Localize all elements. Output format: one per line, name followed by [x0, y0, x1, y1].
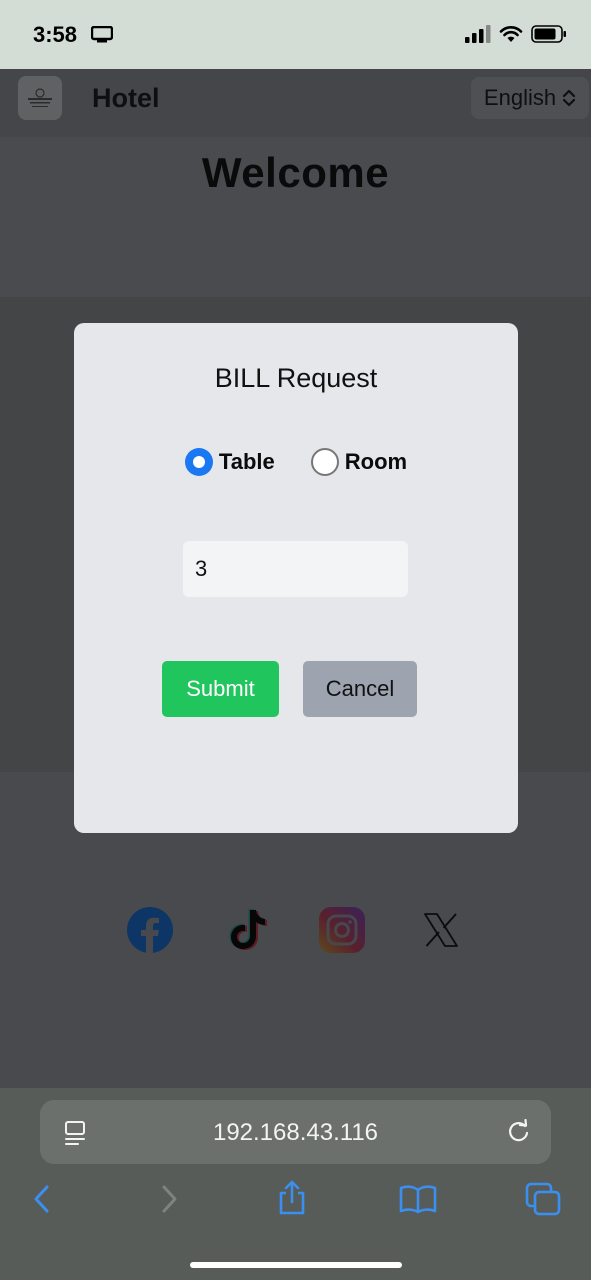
- chevron-up-down-icon: [562, 89, 576, 107]
- url-text: 192.168.43.116: [212, 1119, 379, 1146]
- radio-option-table[interactable]: Table: [184, 448, 275, 476]
- facebook-icon[interactable]: [126, 906, 174, 954]
- welcome-section: Welcome: [0, 137, 591, 297]
- hotel-title: Hotel: [92, 83, 160, 113]
- home-indicator: [190, 1262, 402, 1268]
- bill-request-modal: BILL Request Table Room Submit Cancel: [74, 323, 518, 833]
- cancel-button[interactable]: Cancel: [303, 661, 417, 717]
- tabs-icon[interactable]: [525, 1182, 561, 1216]
- radio-room[interactable]: [310, 448, 339, 476]
- back-icon[interactable]: [30, 1184, 54, 1214]
- language-select[interactable]: English: [471, 77, 589, 119]
- page-header: Hotel English: [0, 69, 591, 137]
- request-type-radio-group: Table Room: [74, 448, 518, 476]
- instagram-icon[interactable]: [318, 906, 366, 954]
- social-links: [0, 906, 591, 956]
- browser-toolbar: 192.168.43.116: [0, 1088, 591, 1280]
- status-time: 3:58: [33, 22, 78, 47]
- hotel-logo-icon[interactable]: [18, 76, 62, 120]
- tiktok-icon[interactable]: [222, 906, 270, 954]
- submit-button[interactable]: Submit: [162, 661, 279, 717]
- radio-table-label: Table: [218, 449, 275, 474]
- number-input[interactable]: [183, 541, 408, 597]
- address-bar[interactable]: 192.168.43.116: [40, 1100, 551, 1164]
- language-value: English: [483, 85, 557, 110]
- radio-room-label: Room: [344, 449, 408, 474]
- share-icon[interactable]: [277, 1180, 307, 1216]
- modal-title: BILL Request: [214, 363, 378, 393]
- x-icon[interactable]: [417, 906, 465, 954]
- welcome-title: Welcome: [201, 149, 390, 196]
- screen-mirroring-icon: [91, 26, 113, 43]
- cellular-signal-icon: [465, 25, 491, 43]
- status-bar: 3:58: [0, 0, 591, 69]
- wifi-icon: [499, 26, 523, 42]
- battery-icon: [531, 25, 566, 43]
- bookmarks-icon[interactable]: [399, 1184, 437, 1214]
- forward-icon[interactable]: [157, 1184, 181, 1214]
- radio-table[interactable]: [184, 448, 213, 476]
- radio-option-room[interactable]: Room: [310, 448, 408, 476]
- reload-icon[interactable]: [507, 1119, 531, 1145]
